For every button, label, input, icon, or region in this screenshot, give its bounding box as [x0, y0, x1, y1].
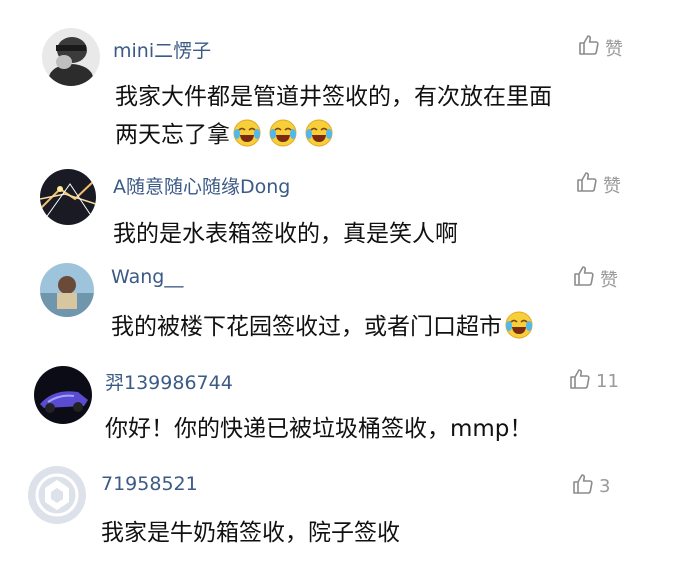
like-button[interactable]: 赞	[575, 170, 621, 199]
like-count: 3	[599, 476, 611, 497]
comment-text-line: 我的是水表箱签收的，真是笑人啊	[113, 221, 458, 247]
comment-text-line-with-emoji: 我的被楼下花园签收过，或者门口超市	[111, 308, 538, 346]
comment-text-line: 两天忘了拿	[115, 122, 230, 148]
crying-laughing-emoji-icon	[304, 118, 334, 148]
like-button[interactable]: 赞	[577, 33, 623, 62]
comment-text: 我的是水表箱签收的，真是笑人啊	[113, 215, 458, 253]
avatar[interactable]	[40, 169, 96, 225]
like-count: 赞	[603, 175, 621, 197]
comment-text-line: 你好！你的快递已被垃圾桶签收，mmp！	[105, 416, 533, 442]
like-button[interactable]: 赞	[572, 264, 618, 293]
like-count: 赞	[600, 269, 618, 291]
comment-text-line-with-emoji: 两天忘了拿	[115, 116, 552, 154]
crying-laughing-emoji-icon	[268, 118, 298, 148]
crying-laughing-emoji-icon	[504, 310, 534, 340]
thumbs-up-icon	[571, 472, 599, 501]
username[interactable]: Wang__	[111, 266, 183, 288]
username[interactable]: 羿139986744	[105, 368, 233, 395]
thumbs-up-icon	[577, 33, 605, 62]
comment-text: 你好！你的快递已被垃圾桶签收，mmp！	[105, 410, 532, 448]
username[interactable]: A随意随心随缘Dong	[113, 172, 290, 199]
like-count: 赞	[605, 38, 623, 60]
thumbs-up-icon	[568, 367, 596, 396]
crying-laughing-emoji-icon	[232, 118, 262, 148]
like-button[interactable]: 3	[571, 472, 610, 501]
username[interactable]: 71958521	[101, 473, 198, 495]
thumbs-up-icon	[572, 264, 600, 293]
comment-text-line: 我家是牛奶箱签收，院子签收	[101, 520, 400, 546]
comment-text: 我的被楼下花园签收过，或者门口超市	[111, 308, 538, 346]
comment-feed: mini二愣子 赞 我家大件都是管道井签收的，有次放在里面 两天忘了拿 A随意随…	[0, 0, 680, 573]
avatar[interactable]	[34, 366, 92, 424]
username[interactable]: mini二愣子	[113, 36, 211, 63]
comment-text-line: 我家大件都是管道井签收的，有次放在里面	[115, 84, 552, 110]
avatar[interactable]	[40, 263, 94, 317]
like-count: 11	[596, 371, 619, 392]
avatar[interactable]	[42, 28, 100, 86]
comment-text: 我家是牛奶箱签收，院子签收	[101, 514, 400, 552]
avatar[interactable]	[28, 466, 86, 524]
like-button[interactable]: 11	[568, 367, 619, 396]
comment-text: 我家大件都是管道井签收的，有次放在里面 两天忘了拿	[115, 78, 552, 154]
comment-text-line: 我的被楼下花园签收过，或者门口超市	[111, 314, 502, 340]
thumbs-up-icon	[575, 170, 603, 199]
